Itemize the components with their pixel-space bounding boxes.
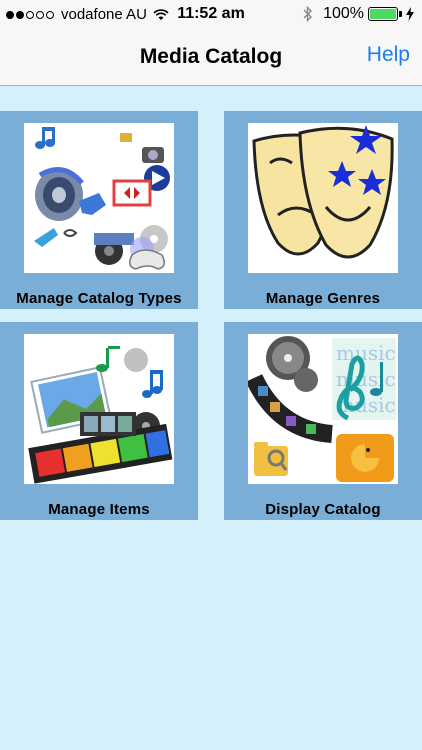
manage-items-tile[interactable]: Manage Items — [0, 322, 198, 520]
status-right: 100% — [303, 5, 414, 23]
svg-text:music: music — [336, 341, 396, 365]
catalog-types-media-icon — [24, 123, 174, 273]
tile-label: Manage Genres — [265, 290, 381, 307]
charging-bolt-icon — [406, 7, 414, 21]
page-title: Media Catalog — [139, 45, 283, 68]
navigation-bar: Media Catalog Help — [0, 30, 422, 86]
help-button[interactable]: Help — [367, 43, 410, 67]
tile-label: Display Catalog — [265, 501, 381, 518]
bluetooth-icon — [303, 6, 313, 22]
svg-text:music: music — [336, 367, 396, 391]
manage-catalog-types-tile[interactable]: Manage Catalog Types — [0, 111, 198, 309]
status-bar: vodafone AU 11:52 am 100% — [0, 0, 422, 30]
display-catalog-tile[interactable]: music music music Display Catalog — [224, 322, 422, 520]
battery-icon — [368, 7, 402, 21]
items-media-icon — [24, 334, 174, 484]
tile-label: Manage Catalog Types — [16, 290, 182, 307]
manage-genres-tile[interactable]: Manage Genres — [224, 111, 422, 309]
battery-percent: 100% — [323, 5, 364, 22]
display-catalog-media-icon: music music music — [248, 334, 398, 484]
tile-label: Manage Items — [48, 501, 150, 518]
theatre-masks-icon — [248, 123, 398, 273]
